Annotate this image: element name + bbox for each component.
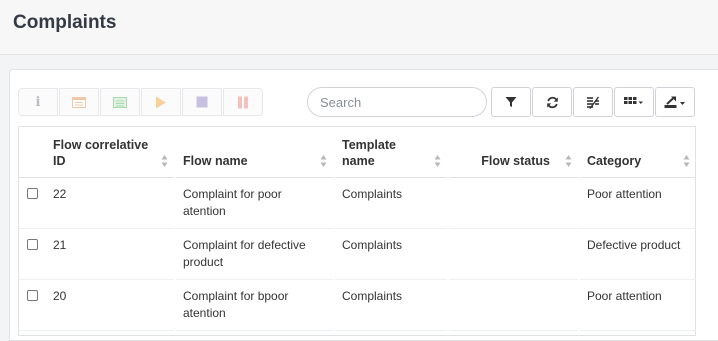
sort-icon — [320, 155, 327, 167]
complaints-table: Flow correlative ID Flow name Template n… — [18, 126, 696, 336]
flow-name-cell: Complaint for bpoor atention — [183, 289, 289, 320]
column-header-category[interactable]: Category — [579, 127, 696, 178]
column-header-flow-status[interactable]: Flow status — [448, 127, 580, 178]
category-cell: Poor attention — [587, 289, 662, 303]
play-icon — [156, 96, 166, 108]
filter-icon — [505, 97, 517, 107]
search-box — [307, 87, 487, 117]
columns-grid-icon — [624, 97, 643, 104]
category-cell: Defective product — [587, 238, 681, 252]
sheet-button[interactable] — [100, 88, 140, 116]
column-header-label: Template name — [342, 138, 396, 168]
table-row[interactable]: 20 Complaint for bpoor atention Complain… — [19, 279, 696, 331]
info-button[interactable]: i — [18, 88, 58, 116]
template-name-cell: Complaints — [342, 238, 403, 252]
sheet-icon — [113, 96, 127, 108]
row-checkbox[interactable] — [27, 290, 38, 301]
form-button[interactable] — [59, 88, 99, 116]
sort-icon — [161, 155, 168, 167]
toggle-view-button[interactable] — [573, 87, 613, 117]
action-toolbar: i — [18, 88, 264, 116]
refresh-icon — [546, 96, 558, 108]
column-header-flow-name[interactable]: Flow name — [175, 127, 335, 178]
form-icon — [72, 96, 86, 108]
column-header-label: Category — [587, 154, 642, 168]
export-button[interactable] — [655, 87, 695, 117]
search-input[interactable] — [308, 88, 486, 116]
table-row[interactable]: 22 Complaint for poor atention Complaint… — [19, 177, 696, 229]
sort-icon — [683, 155, 690, 167]
template-name-cell: Complaints — [342, 187, 403, 201]
column-header-label: Flow name — [183, 154, 248, 168]
row-checkbox[interactable] — [27, 188, 38, 199]
refresh-button[interactable] — [532, 87, 572, 117]
stop-icon — [196, 96, 208, 108]
flow-id-cell: 22 — [53, 187, 67, 201]
columns-button[interactable] — [614, 87, 654, 117]
info-icon: i — [35, 94, 41, 110]
pause-icon — [238, 96, 248, 108]
sort-icon — [434, 155, 441, 167]
toggle-view-icon — [587, 96, 600, 109]
table-header-row: Flow correlative ID Flow name Template n… — [19, 127, 696, 178]
page-title: Complaints — [13, 12, 117, 33]
template-name-cell: Complaints — [342, 289, 403, 303]
column-header-label: Flow correlative ID — [53, 138, 149, 168]
sort-icon — [565, 155, 572, 167]
flow-name-cell: Complaint for poor atention — [183, 187, 282, 218]
column-header-label: Flow status — [481, 154, 550, 168]
filter-button[interactable] — [491, 87, 531, 117]
flow-id-cell: 21 — [53, 238, 67, 252]
export-icon — [664, 96, 685, 108]
page-header: Complaints — [0, 0, 718, 55]
row-checkbox[interactable] — [27, 239, 38, 250]
play-button[interactable] — [141, 88, 181, 116]
pause-button[interactable] — [223, 88, 263, 116]
select-all-header — [19, 127, 46, 178]
column-header-flow-id[interactable]: Flow correlative ID — [46, 127, 176, 178]
category-cell: Poor attention — [587, 187, 662, 201]
flow-id-cell: 20 — [53, 289, 67, 303]
stop-button[interactable] — [182, 88, 222, 116]
flow-name-cell: Complaint for defective product — [183, 238, 306, 269]
column-header-template-name[interactable]: Template name — [334, 127, 449, 178]
table-row[interactable]: 21 Complaint for defective product Compl… — [19, 228, 696, 280]
